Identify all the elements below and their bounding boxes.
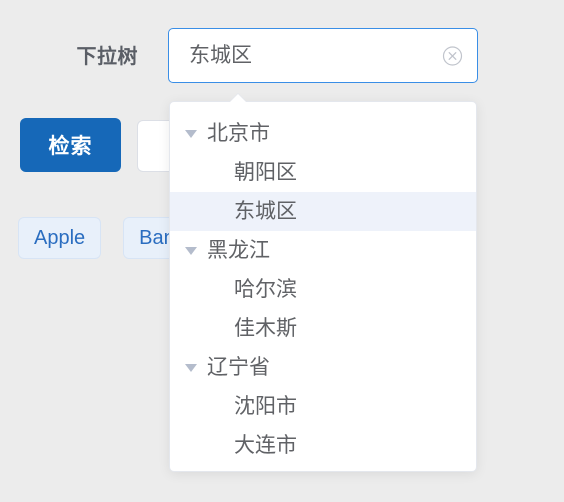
tree-node[interactable]: 沈阳市: [170, 387, 476, 426]
tree-node-list: 北京市 朝阳区 东城区 黑龙江 哈尔滨 佳木斯 辽宁省 沈阳市 大连市: [170, 102, 476, 465]
tree-node[interactable]: 北京市: [170, 114, 476, 153]
tree-node-label: 佳木斯: [234, 317, 297, 340]
search-button[interactable]: 检索: [20, 118, 121, 172]
tree-select-value: 东城区: [189, 44, 252, 67]
caret-down-icon[interactable]: [184, 244, 198, 258]
tree-node-selected[interactable]: 东城区: [170, 192, 476, 231]
tree-node-label: 沈阳市: [234, 395, 297, 418]
tree-node[interactable]: 大连市: [170, 426, 476, 465]
tag-item[interactable]: Apple: [18, 217, 102, 259]
tree-node[interactable]: 哈尔滨: [170, 270, 476, 309]
tree-node-label: 哈尔滨: [234, 278, 297, 301]
caret-down-icon[interactable]: [184, 361, 198, 375]
circle-close-icon[interactable]: [442, 45, 463, 66]
popup-arrow-icon: [229, 94, 247, 103]
tree-node-label: 大连市: [234, 434, 297, 457]
tree-node-label: 东城区: [234, 200, 297, 223]
tree-node[interactable]: 佳木斯: [170, 309, 476, 348]
tree-node-label: 黑龙江: [207, 239, 270, 262]
tree-dropdown-popup: 北京市 朝阳区 东城区 黑龙江 哈尔滨 佳木斯 辽宁省 沈阳市 大连市: [169, 101, 477, 472]
tree-node-label: 北京市: [207, 122, 270, 145]
tree-node[interactable]: 黑龙江: [170, 231, 476, 270]
tree-node-label: 朝阳区: [234, 161, 297, 184]
field-label-tree-select: 下拉树: [76, 46, 138, 68]
tree-node[interactable]: 朝阳区: [170, 153, 476, 192]
tree-node-label: 辽宁省: [207, 356, 270, 379]
tree-select-form-row: 下拉树 东城区: [0, 28, 564, 86]
caret-down-icon[interactable]: [184, 127, 198, 141]
tree-node[interactable]: 辽宁省: [170, 348, 476, 387]
tree-select-input[interactable]: 东城区: [168, 28, 478, 83]
